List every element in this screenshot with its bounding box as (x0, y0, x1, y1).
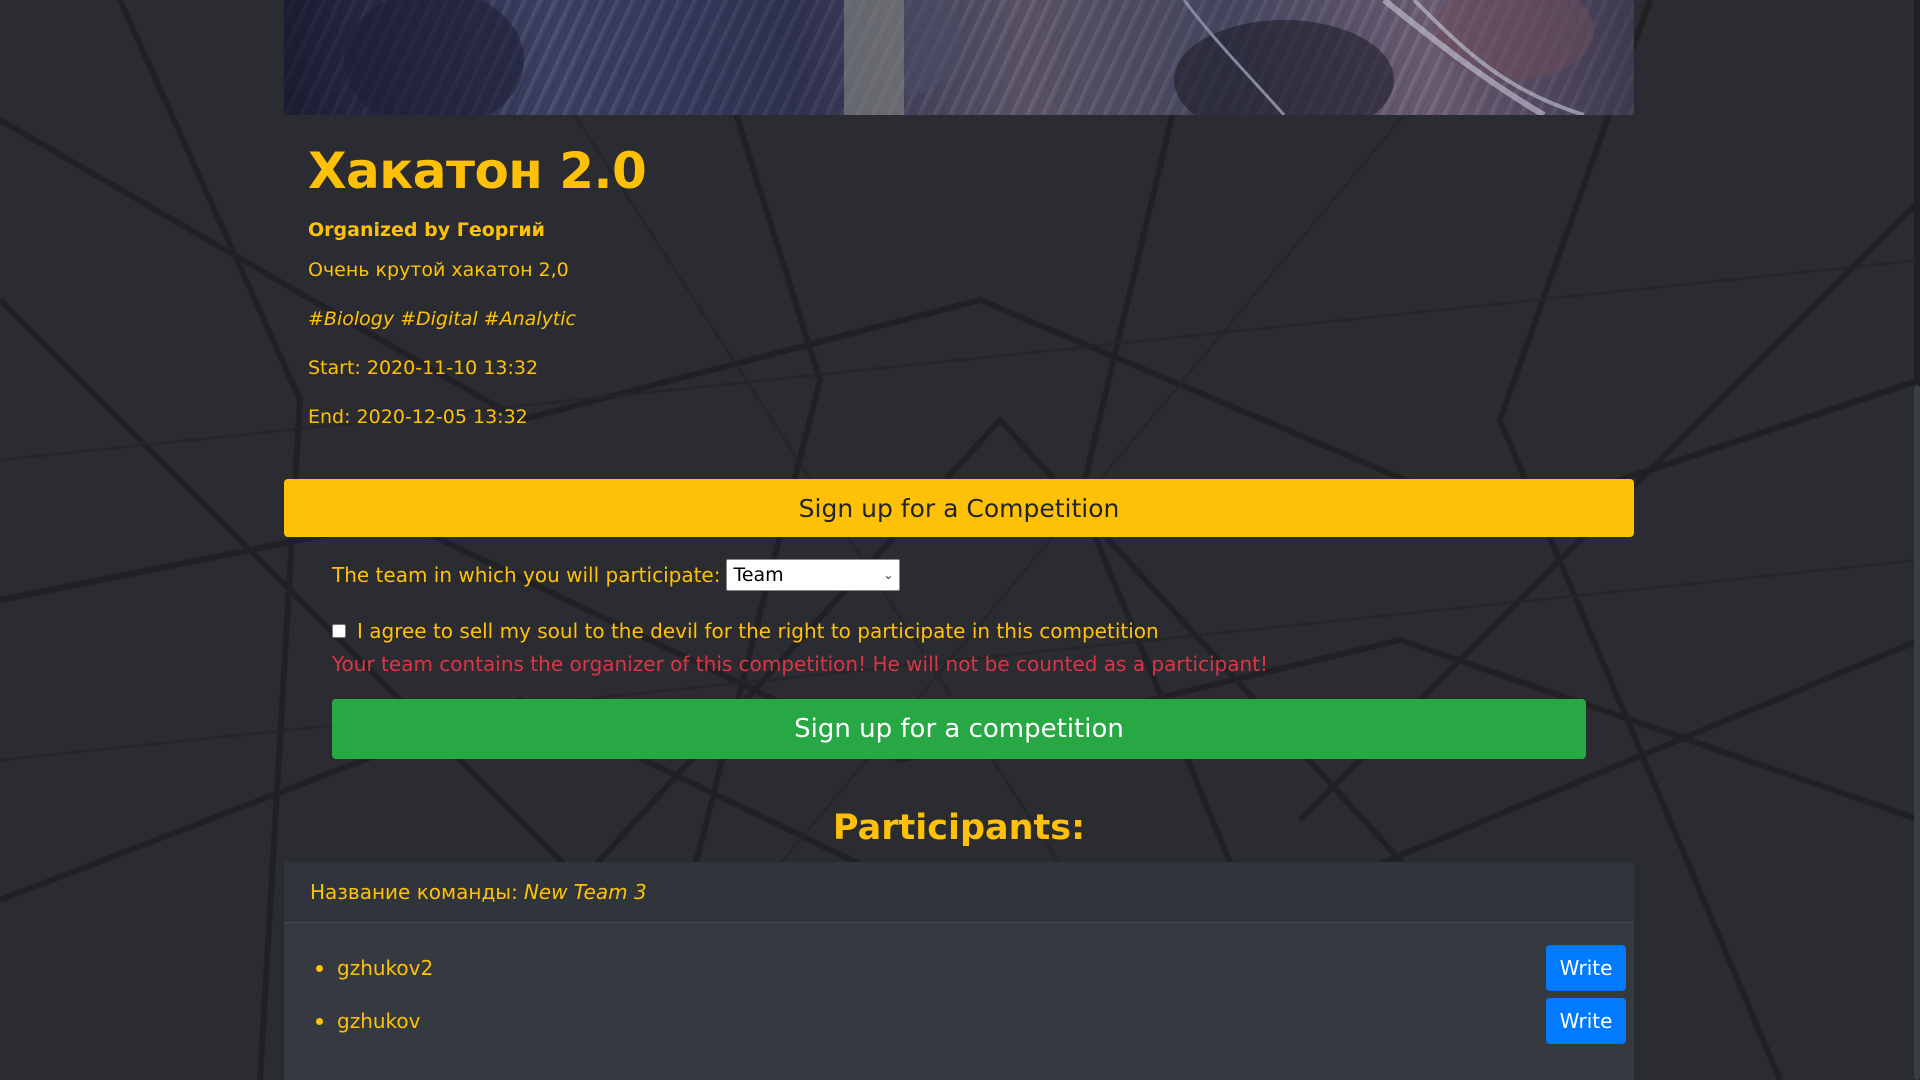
list-item: gzhukov2 Write (316, 944, 1626, 992)
team-name-label: Название команды: (310, 880, 518, 904)
chevron-down-icon: ⌄ (883, 568, 894, 582)
event-banner-image (284, 0, 1634, 115)
submit-signup-button[interactable]: Sign up for a competition (332, 699, 1586, 759)
event-end-date: End: 2020-12-05 13:32 (308, 406, 528, 428)
event-title: Хакатон 2.0 (308, 142, 647, 200)
team-name: New Team 3 (523, 880, 647, 904)
agree-label[interactable]: I agree to sell my soul to the devil for… (357, 619, 1159, 643)
organizer-warning: Your team contains the organizer of this… (332, 652, 1269, 676)
team-select[interactable]: Team ⌄ (726, 559, 901, 591)
event-description: Очень крутой хакатон 2,0 (308, 259, 569, 281)
event-start-date: Start: 2020-11-10 13:32 (308, 357, 539, 379)
agree-checkbox[interactable] (332, 624, 346, 638)
event-tags: #Biology #Digital #Analytic (308, 308, 576, 330)
team-card-header: Название команды: New Team 3 (284, 862, 1634, 923)
signup-form: The team in which you will participate: … (332, 558, 1586, 676)
event-organizer: Organized by Георгий (308, 219, 545, 241)
write-button[interactable]: Write (1546, 998, 1626, 1044)
participants-title: Participants: (832, 808, 1086, 848)
team-select-value: Team (733, 564, 784, 586)
signup-toggle-button[interactable]: Sign up for a Competition (284, 479, 1634, 537)
write-button[interactable]: Write (1546, 945, 1626, 991)
event-info: Хакатон 2.0 Organized by Георгий Очень к… (284, 115, 1634, 428)
bullet-icon (316, 964, 323, 972)
scrollbar-thumb[interactable] (1914, 385, 1920, 1080)
team-select-row: The team in which you will participate: … (332, 558, 1586, 592)
event-page: Хакатон 2.0 Organized by Георгий Очень к… (284, 0, 1634, 1080)
list-item: gzhukov Write (316, 997, 1626, 1045)
member-list: gzhukov2 Write gzhukov Write (284, 923, 1634, 1045)
bullet-icon (316, 1017, 323, 1025)
member-username: gzhukov2 (337, 956, 434, 980)
member-username: gzhukov (337, 1009, 421, 1033)
team-select-label: The team in which you will participate: (332, 563, 721, 587)
agree-row: I agree to sell my soul to the devil for… (332, 619, 1586, 643)
team-card: Название команды: New Team 3 gzhukov2 Wr… (284, 862, 1634, 1080)
scrollbar[interactable] (1914, 0, 1920, 1080)
